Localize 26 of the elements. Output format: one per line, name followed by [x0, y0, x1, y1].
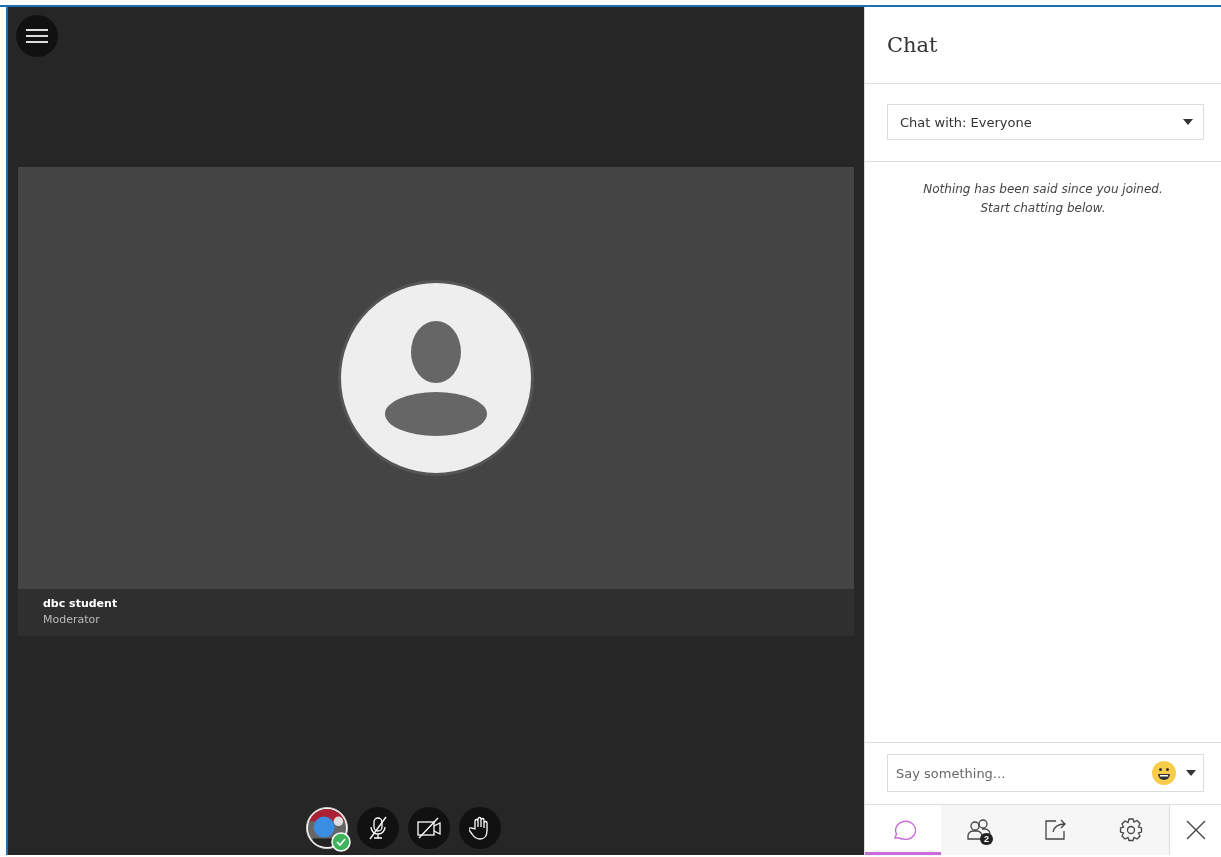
panel-tab[interactable] — [1093, 805, 1169, 855]
microphone-button[interactable] — [356, 807, 399, 849]
empty-chat-message: Nothing has been said since you joined. — [923, 182, 1163, 196]
message-input[interactable]: Say something... — [887, 754, 1204, 792]
settings-icon — [1118, 817, 1144, 843]
hand-icon — [468, 816, 491, 840]
menu-icon — [26, 29, 48, 43]
panel-title: Chat — [887, 33, 938, 57]
close-icon — [1185, 820, 1206, 840]
panel-tab[interactable]: 2 — [941, 805, 1017, 855]
user-avatar[interactable] — [305, 807, 348, 849]
menu-button[interactable] — [16, 15, 58, 57]
chat-with-dropdown[interactable]: Chat with: Everyone — [887, 104, 1204, 140]
smiley-icon[interactable] — [1152, 761, 1176, 785]
empty-chat-message: Start chatting below. — [980, 201, 1106, 215]
people-icon — [966, 817, 992, 843]
person-silhouette-icon — [384, 320, 488, 436]
count-badge: 2 — [980, 833, 993, 845]
camera-off-icon — [415, 817, 442, 839]
caret-icon[interactable] — [1186, 770, 1196, 776]
share-icon — [1042, 817, 1068, 843]
raise-hand-button[interactable] — [458, 807, 501, 849]
caret-icon — [1183, 119, 1193, 125]
participant-role: Moderator — [43, 613, 100, 626]
camera-button[interactable] — [407, 807, 450, 849]
participant-name: dbc student — [43, 597, 118, 610]
